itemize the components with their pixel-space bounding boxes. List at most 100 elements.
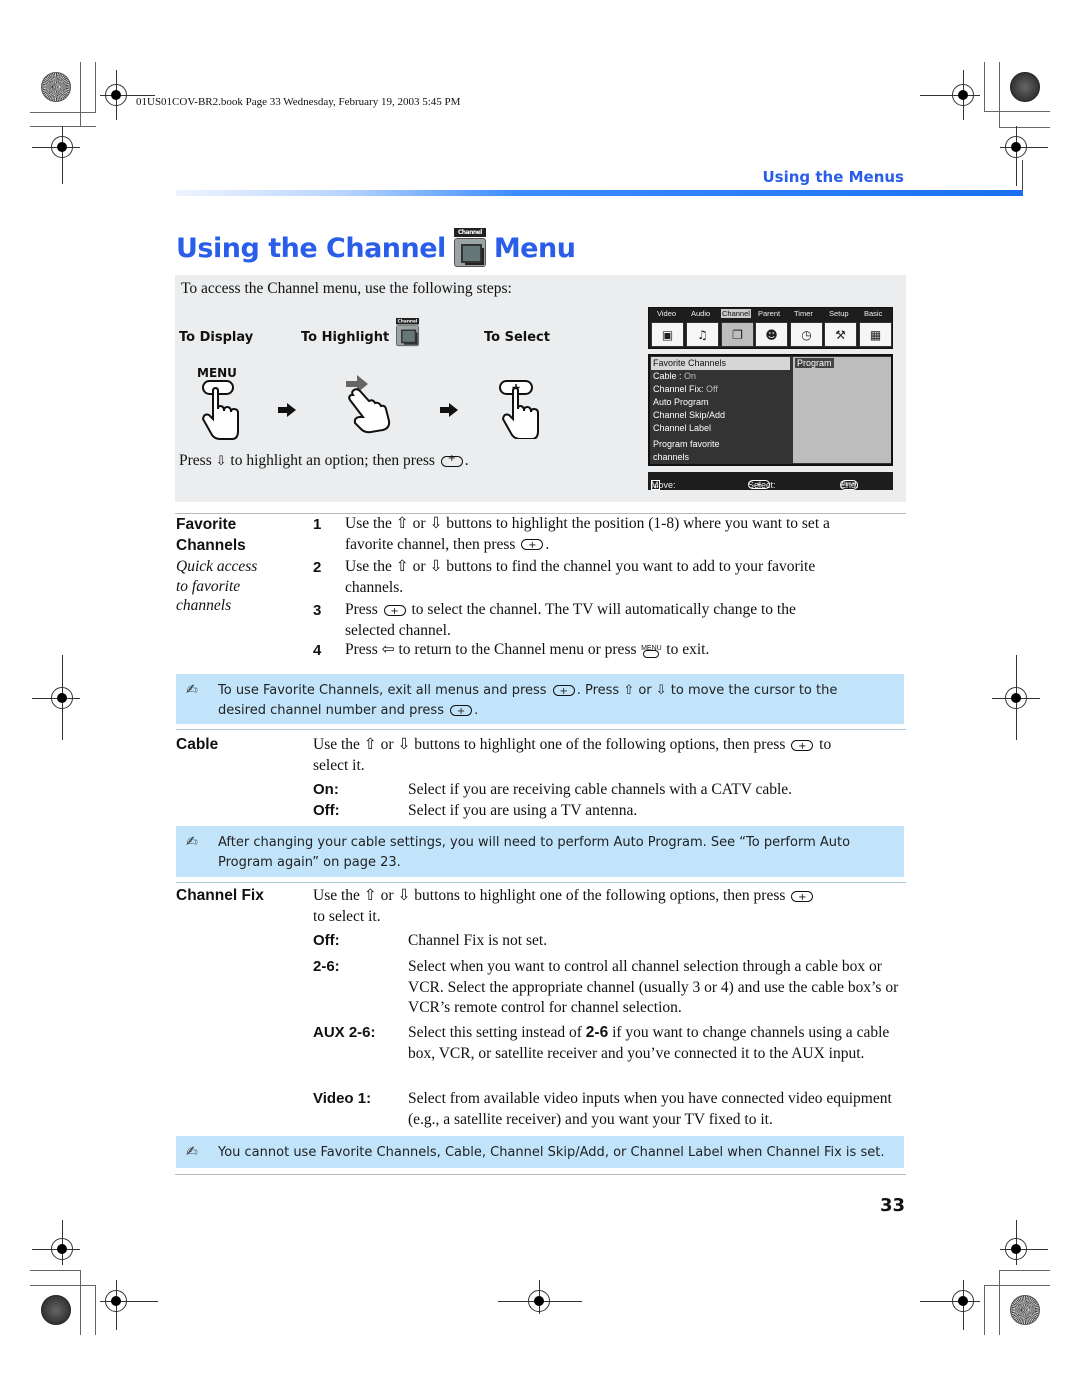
step-text: Press to select the channel. The TV will… bbox=[345, 600, 796, 641]
osd-item-favorite-channels: Favorite Channels bbox=[651, 357, 790, 370]
note-favorite-channels: ✍ To use Favorite Channels, exit all men… bbox=[176, 674, 904, 724]
steps-footer-text: . bbox=[464, 452, 469, 469]
osd-program-label: Program bbox=[795, 358, 834, 368]
header-gradient-bar bbox=[176, 190, 1023, 196]
registration-target bbox=[1000, 1220, 1060, 1270]
section-divider bbox=[175, 1174, 906, 1175]
steps-intro: To access the Channel menu, use the foll… bbox=[181, 280, 512, 297]
option-text: Select if you are receiving cable channe… bbox=[408, 781, 793, 798]
channel-icon: ❐ bbox=[721, 322, 754, 347]
osd-tab-video: Video bbox=[657, 309, 677, 318]
osd-tab-timer: Timer bbox=[794, 309, 813, 318]
crop-mark bbox=[999, 62, 1000, 128]
to-display-label: To Display bbox=[179, 330, 254, 345]
step-number: 3 bbox=[313, 602, 322, 619]
timer-clock-icon: ◷ bbox=[790, 322, 823, 347]
channel-fix-intro: Use the ⇧ or ⇩ buttons to highlight one … bbox=[313, 886, 905, 927]
crop-mark bbox=[999, 1270, 1000, 1335]
step-number: 1 bbox=[313, 516, 322, 533]
steps-footer: Press ⇩ to highlight an option; then pre… bbox=[179, 452, 469, 470]
steps-footer-text: to highlight an option; then press bbox=[230, 452, 435, 469]
menu-key-icon: MENU bbox=[840, 480, 858, 490]
favorite-channels-subtitle: Quick access to favorite channels bbox=[176, 558, 258, 614]
osd-tab-audio: Audio bbox=[691, 309, 711, 318]
option-label: AUX 2-6: bbox=[313, 1024, 376, 1041]
registration-starburst-bottom-right bbox=[1010, 1295, 1040, 1325]
page-title: Using the Channel Channel Menu bbox=[176, 228, 576, 268]
section-divider bbox=[176, 729, 906, 730]
crop-mark bbox=[984, 111, 1050, 112]
running-head: Using the Menus bbox=[762, 168, 904, 186]
crop-mark bbox=[30, 126, 96, 127]
osd-tab-parent: Parent bbox=[758, 309, 781, 318]
crop-mark bbox=[999, 1270, 1050, 1271]
section-divider bbox=[176, 882, 906, 883]
step-text: Press ⇦ to return to the Channel menu or… bbox=[345, 641, 710, 659]
note-cable: ✍ After changing your cable settings, yo… bbox=[176, 826, 904, 877]
registration-target bbox=[30, 655, 90, 745]
registration-target bbox=[1000, 126, 1060, 190]
select-button-icon bbox=[383, 602, 406, 622]
osd-item-cable: Cable : On bbox=[653, 371, 697, 381]
select-button-icon bbox=[552, 682, 575, 702]
crop-mark bbox=[95, 62, 96, 113]
hand-highlight-icon bbox=[346, 375, 391, 434]
basic-blocks-icon: ▦ bbox=[859, 322, 892, 347]
registration-target bbox=[100, 1280, 160, 1335]
select-button-icon bbox=[791, 737, 814, 757]
note-channel-fix: ✍ You cannot use Favorite Channels, Cabl… bbox=[176, 1136, 904, 1168]
arrow-right-icon bbox=[440, 403, 458, 417]
osd-help-bar: Move: ↑ ↓ ← → Select: + End: MENU bbox=[648, 472, 893, 490]
to-select-label: To Select bbox=[484, 330, 550, 345]
osd-menu-list: Favorite Channels Cable : On Channel Fix… bbox=[651, 357, 790, 463]
page-title-text-end: Menu bbox=[493, 232, 576, 264]
option-text: Select from available video inputs when … bbox=[408, 1090, 892, 1128]
option-label: Video 1: bbox=[313, 1090, 372, 1107]
crop-mark bbox=[984, 1285, 985, 1335]
crop-mark bbox=[30, 112, 96, 113]
select-button-icon bbox=[450, 702, 473, 721]
arrow-right-icon bbox=[278, 403, 296, 417]
osd-submenu-panel: Program bbox=[793, 357, 891, 463]
registration-target bbox=[920, 1280, 980, 1335]
osd-item-channel-skip-add: Channel Skip/Add bbox=[653, 410, 726, 420]
crop-mark bbox=[30, 1285, 96, 1286]
option-text: Select when you want to control all chan… bbox=[408, 958, 899, 1016]
note-pencil-icon: ✍ bbox=[186, 1144, 198, 1160]
page-title-text: Using the Channel bbox=[176, 232, 446, 264]
crop-mark bbox=[999, 127, 1050, 128]
channel-icon-small: Channel bbox=[396, 318, 420, 347]
channel-menu-icon: Channel bbox=[453, 228, 486, 268]
step-text: Use the ⇧ or ⇩ buttons to highlight the … bbox=[345, 514, 830, 557]
registration-target bbox=[30, 1220, 90, 1270]
menu-button-label: MENU bbox=[197, 366, 237, 380]
select-button-icon bbox=[521, 536, 544, 557]
option-text: Channel Fix is not set. bbox=[408, 932, 548, 949]
crop-mark bbox=[30, 1270, 81, 1271]
channel-fix-heading: Channel Fix bbox=[176, 887, 264, 904]
down-arrow-icon: ⇩ bbox=[215, 454, 227, 469]
page-number: 33 bbox=[879, 1195, 905, 1216]
right-key-icon: → bbox=[651, 480, 660, 490]
menu-button-icon: MENU bbox=[640, 642, 662, 659]
osd-tab-bar: Video Audio Channel Parent Timer Setup B… bbox=[648, 307, 893, 349]
osd-item-program-favorite: Program favorite bbox=[653, 439, 720, 449]
option-label: Off: bbox=[313, 802, 340, 819]
option-label: Off: bbox=[313, 932, 340, 949]
channel-icon-label: Channel bbox=[453, 228, 486, 237]
crop-mark bbox=[80, 62, 81, 127]
steps-footer-text: Press bbox=[179, 452, 212, 469]
osd-tab-basic: Basic bbox=[864, 309, 883, 318]
osd-menu-panel: Favorite Channels Cable : On Channel Fix… bbox=[648, 354, 893, 466]
video-icon: ▣ bbox=[651, 322, 684, 347]
osd-item-channel-label: Channel Label bbox=[653, 423, 712, 433]
select-key-icon: + bbox=[748, 480, 770, 489]
registration-target bbox=[920, 70, 980, 130]
registration-disc-top-right bbox=[1010, 72, 1040, 102]
registration-target bbox=[990, 655, 1050, 745]
osd-item-program-favorite-cont: channels bbox=[653, 452, 690, 462]
crop-mark bbox=[95, 1285, 96, 1335]
favorite-channels-heading: Favorite Channels bbox=[176, 516, 246, 554]
option-label: On: bbox=[313, 781, 339, 798]
step-text: Use the ⇧ or ⇩ buttons to find the chann… bbox=[345, 558, 816, 596]
